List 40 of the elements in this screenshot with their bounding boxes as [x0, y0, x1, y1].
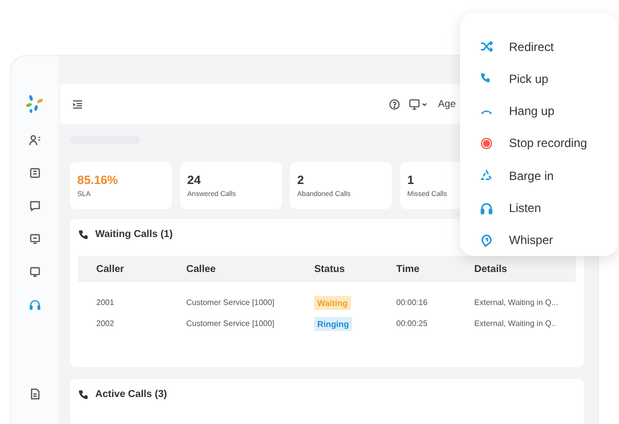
table-cell-text: External, Waiting in Q..	[474, 319, 557, 328]
table-cell-text: 2002	[96, 319, 116, 328]
headset-icon[interactable]	[27, 297, 44, 313]
triangle-arrows-icon	[480, 169, 493, 182]
column-header: Caller	[96, 264, 126, 274]
table-cell-text: Customer Service [1000]	[186, 319, 276, 328]
stat-value: 85.16%	[77, 173, 118, 187]
column-header: Details	[474, 264, 508, 274]
record-icon	[480, 136, 493, 150]
menu-item[interactable]: Barge in	[480, 160, 618, 192]
phone-icon	[78, 389, 90, 400]
menu-toggle-icon[interactable]	[72, 100, 84, 108]
table-cell-text: 00:00:25	[396, 319, 428, 328]
logo-icon	[25, 94, 46, 114]
panel-title: Active Calls (3)	[95, 389, 167, 400]
headset-icon	[480, 202, 493, 215]
status-badge: Waiting	[314, 296, 351, 310]
panel-title: Waiting Calls (1)	[95, 229, 173, 240]
menu-item[interactable]: Whisper	[480, 224, 618, 256]
stat-value: 24	[187, 173, 201, 187]
status-badge: Ringing	[314, 316, 352, 330]
table-cell: External, Waiting in Q...	[474, 298, 558, 307]
stat-value: 1	[407, 173, 414, 187]
help-icon[interactable]	[389, 98, 400, 110]
table-cell-text: 00:00:16	[396, 298, 428, 307]
table-cell-text: Customer Service [1000]	[186, 298, 276, 307]
column-header: Status	[314, 264, 346, 274]
menu-item[interactable]: Stop recording	[480, 128, 618, 160]
shuffle-icon	[480, 40, 493, 54]
phone-icon	[78, 229, 90, 240]
menu-item[interactable]: Pick up	[480, 63, 618, 95]
menu-item[interactable]: Hang up	[480, 96, 618, 127]
menu-item[interactable]: Listen	[480, 192, 618, 224]
column-header: Callee	[186, 264, 217, 274]
document-icon[interactable]	[29, 388, 42, 400]
whisper-icon	[480, 234, 493, 247]
column-header: Time	[396, 264, 420, 274]
menu-item[interactable]: Redirect	[480, 31, 618, 62]
stat-value: 2	[297, 173, 304, 187]
table-cell-text: 2001	[96, 298, 116, 307]
